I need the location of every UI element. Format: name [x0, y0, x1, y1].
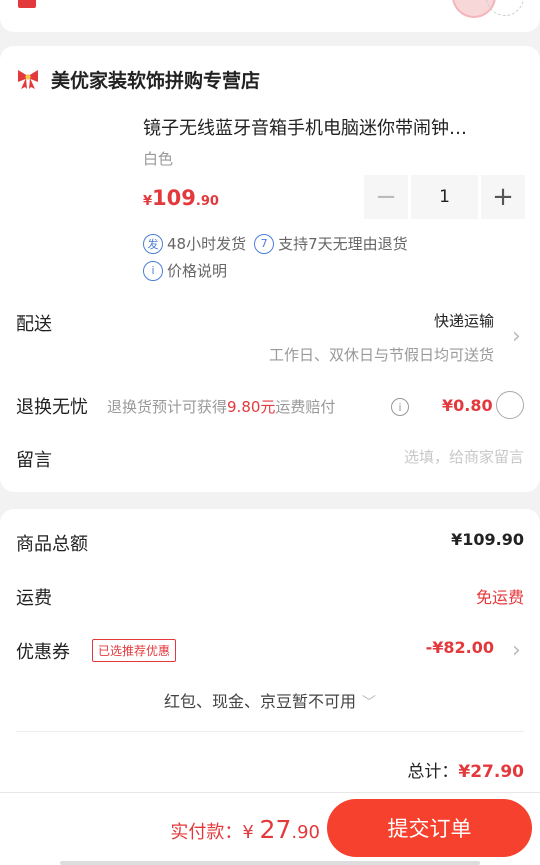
- location-flag-icon: [18, 0, 36, 8]
- avatar-dashed-ring: [486, 0, 524, 16]
- order-card: 美优家装软饰拼购专营店 镜子无线蓝牙音箱手机电脑迷你带闹钟… 白色 ¥109.9…: [0, 46, 540, 492]
- service-48h[interactable]: 48小时发货: [167, 233, 246, 254]
- decrease-button[interactable]: −: [364, 175, 408, 219]
- note-label: 留言: [16, 450, 52, 471]
- total-amount: ¥27.90: [458, 762, 524, 782]
- product-spec: 白色: [143, 150, 174, 168]
- unavailable-toggle[interactable]: 红包、现金、京豆暂不可用 ﹀: [0, 688, 540, 712]
- pay-label: 实付款：¥: [170, 822, 260, 843]
- note-input[interactable]: [344, 448, 524, 466]
- goods-total-label: 商品总额: [16, 534, 88, 555]
- chevron-right-icon[interactable]: ›: [512, 638, 521, 663]
- payable-amount: 实付款：¥ 27.90: [170, 815, 320, 844]
- ship-badge-icon: 发: [143, 233, 163, 254]
- service-7day-return[interactable]: 支持7天无理由退货: [278, 233, 408, 254]
- service-line: 发 48小时发货 7 支持7天无理由退货: [143, 233, 408, 254]
- submit-order-button[interactable]: 提交订单: [327, 799, 532, 857]
- delivery-schedule[interactable]: 工作日、双休日与节假日均可送货: [269, 344, 494, 365]
- bottom-bar: 实付款：¥ 27.90 提交订单: [0, 792, 540, 865]
- seven-day-badge-icon: 7: [254, 233, 275, 254]
- quantity-stepper[interactable]: − 1 +: [364, 175, 525, 219]
- goods-total-value: ¥109.90: [451, 530, 524, 549]
- refund-description: 退换货预计可获得9.80元运费赔付: [107, 398, 336, 416]
- info-icon: i: [143, 260, 163, 281]
- unavailable-text: 红包、现金、京豆暂不可用: [163, 692, 356, 711]
- bow-icon: [18, 70, 38, 89]
- divider: [16, 731, 524, 732]
- top-header: [0, 0, 540, 32]
- refund-price: ¥0.80: [442, 396, 493, 415]
- coupon-tag: 已选推荐优惠: [92, 639, 177, 662]
- coupon-label[interactable]: 优惠券: [16, 638, 70, 664]
- delivery-method[interactable]: 快递运输: [434, 310, 494, 331]
- shipping-label: 运费: [16, 588, 52, 609]
- price-decimal: .90: [195, 194, 219, 209]
- refund-radio[interactable]: [496, 391, 524, 419]
- coupon-value[interactable]: -¥82.00: [426, 638, 494, 657]
- chevron-down-icon: ﹀: [362, 695, 376, 711]
- shop-name[interactable]: 美优家装软饰拼购专营店: [51, 66, 260, 93]
- total-label: 总计：: [407, 762, 459, 782]
- home-indicator: [60, 861, 480, 865]
- product-title[interactable]: 镜子无线蓝牙音箱手机电脑迷你带闹钟…: [143, 114, 525, 140]
- increase-button[interactable]: +: [481, 175, 525, 219]
- delivery-label: 配送: [16, 314, 52, 335]
- product-price: ¥109.90: [143, 186, 219, 210]
- summary-card: 商品总额 ¥109.90 运费 免运费 优惠券 已选推荐优惠 -¥82.00 ›…: [0, 509, 540, 799]
- order-total: 总计：¥27.90: [407, 757, 524, 782]
- info-icon[interactable]: i: [391, 398, 409, 416]
- price-explain-link[interactable]: 价格说明: [167, 260, 227, 281]
- price-currency: ¥: [143, 194, 153, 209]
- price-explain-line[interactable]: i 价格说明: [143, 260, 227, 281]
- chevron-right-icon[interactable]: ›: [512, 324, 521, 349]
- pay-integer: 27: [259, 815, 292, 844]
- pay-decimal: .90: [291, 822, 320, 843]
- price-integer: 109: [152, 186, 196, 210]
- quantity-value[interactable]: 1: [411, 175, 478, 219]
- shipping-value: 免运费: [475, 588, 524, 607]
- refund-label: 退换无忧: [16, 397, 88, 418]
